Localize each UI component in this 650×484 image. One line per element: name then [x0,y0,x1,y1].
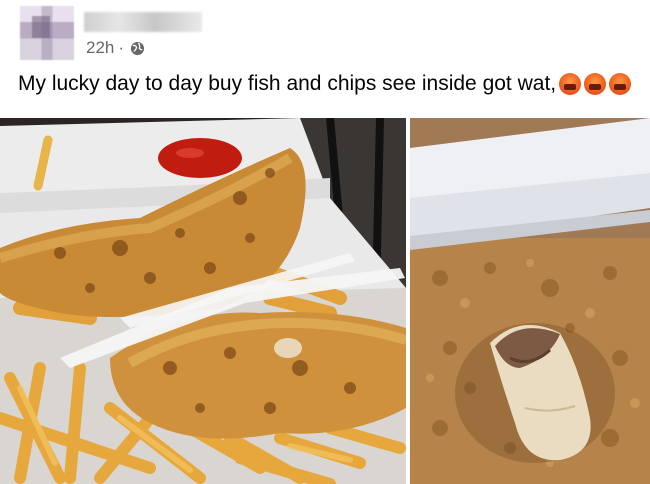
fish-and-chips-image [0,118,406,484]
angry-face-icon [609,73,632,95]
post-message: My lucky day to day buy fish and chips s… [18,72,557,95]
post-photo-closeup[interactable] [410,118,650,484]
globe-icon[interactable] [130,41,145,56]
finger-closeup-image [410,118,650,484]
angry-face-icon [584,73,607,95]
post-timestamp[interactable]: 22h [86,38,114,58]
meta-separator: · [118,38,125,57]
post-meta: 22h · [86,38,145,58]
author-avatar[interactable] [20,6,74,60]
angry-face-icon [559,73,582,95]
post-photo-fish-and-chips[interactable] [0,118,406,484]
post-text: My lucky day to day buy fish and chips s… [18,72,632,96]
author-name-redacted[interactable] [84,12,202,32]
